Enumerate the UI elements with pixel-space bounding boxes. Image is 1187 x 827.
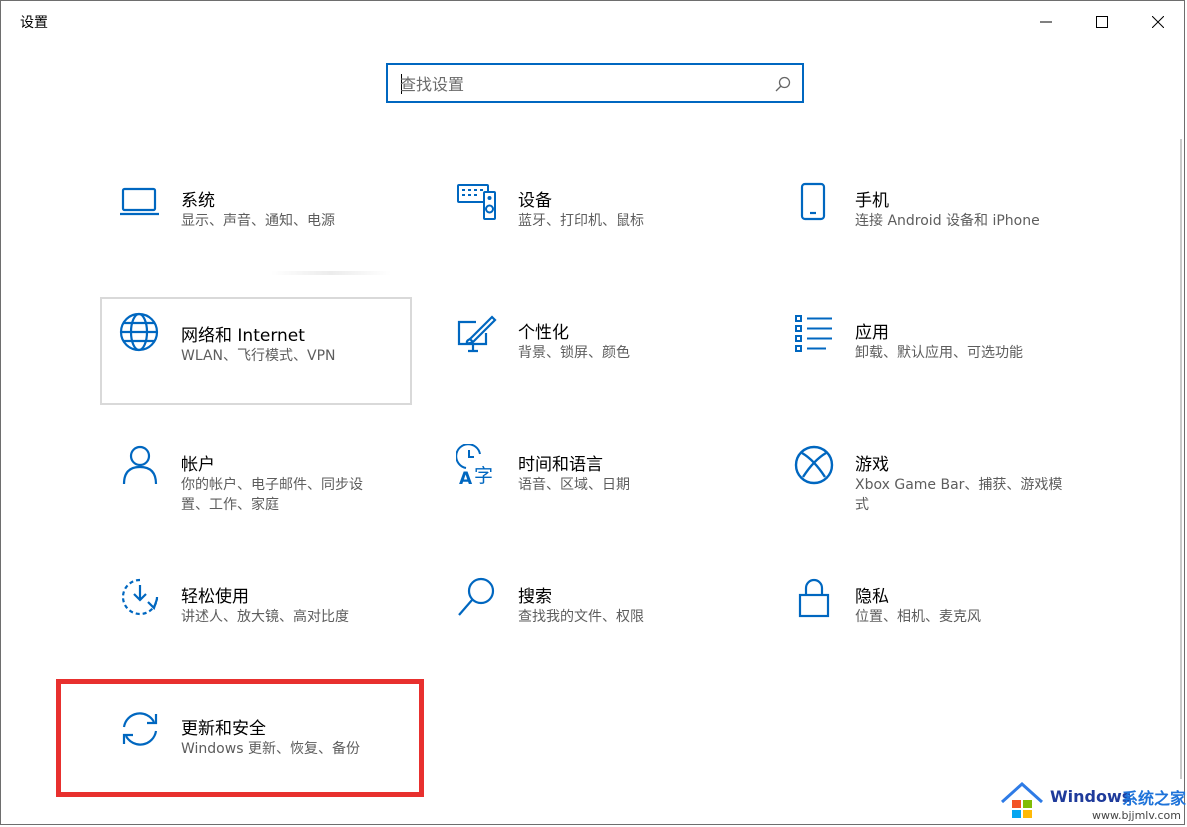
maximize-button[interactable]: [1074, 1, 1130, 43]
tile-label: 时间和语言: [518, 455, 603, 475]
search-icon[interactable]: [774, 75, 792, 93]
tile-personalization[interactable]: 个性化 背景、锁屏、颜色: [438, 298, 748, 404]
tile-privacy[interactable]: 隐私 位置、相机、麦克风: [775, 562, 1085, 668]
personalization-icon: [457, 315, 497, 353]
watermark-url: www.bjjmlv.com: [1092, 809, 1181, 822]
search-box[interactable]: [386, 63, 804, 103]
globe-icon: [119, 312, 159, 352]
windows-logo-icon: [1000, 782, 1044, 818]
tile-label: 帐户: [181, 455, 215, 475]
tile-description: 位置、相机、麦克风: [855, 609, 981, 625]
tile-label: 搜索: [518, 587, 552, 607]
watermark-title: Windows: [1050, 787, 1132, 806]
svg-text:A: A: [459, 469, 473, 486]
time-language-icon: A 字: [456, 444, 493, 486]
title-bar[interactable]: 设置: [1, 1, 1184, 43]
tile-label: 手机: [855, 191, 889, 211]
tile-time-language[interactable]: A 字 时间和语言 语音、区域、日期: [438, 430, 748, 536]
tile-description: WLAN、飞行模式、VPN: [181, 348, 336, 364]
tile-accounts[interactable]: 帐户 你的帐户、电子邮件、同步设置、工作、家庭: [101, 430, 411, 540]
xbox-icon: [794, 445, 834, 485]
tile-phone[interactable]: 手机 连接 Android 设备和 iPhone: [775, 166, 1085, 272]
minimize-button[interactable]: [1018, 1, 1074, 43]
ease-of-access-icon: [121, 578, 159, 616]
tile-apps[interactable]: 应用 卸载、默认应用、可选功能: [775, 298, 1085, 404]
tile-label: 轻松使用: [181, 587, 249, 607]
tile-network[interactable]: 网络和 Internet WLAN、飞行模式、VPN: [100, 297, 412, 405]
tile-description: 显示、声音、通知、电源: [181, 213, 335, 229]
tile-search[interactable]: 搜索 查找我的文件、权限: [438, 562, 748, 668]
search-magnifier-icon: [458, 577, 495, 616]
tile-description: 卸载、默认应用、可选功能: [855, 345, 1023, 361]
tile-label: 应用: [855, 323, 889, 343]
tile-description: 蓝牙、打印机、鼠标: [518, 213, 644, 229]
close-icon: [1152, 16, 1164, 28]
tile-label: 网络和 Internet: [181, 326, 305, 346]
tile-label: 个性化: [518, 323, 569, 343]
tile-system[interactable]: 系统 显示、声音、通知、电源: [101, 166, 411, 272]
tile-devices[interactable]: 设备 蓝牙、打印机、鼠标: [438, 166, 748, 272]
tile-description: 讲述人、放大镜、高对比度: [181, 609, 349, 625]
window-title: 设置: [20, 15, 48, 31]
close-button[interactable]: [1130, 1, 1186, 43]
phone-icon: [800, 182, 826, 221]
tile-description: 语音、区域、日期: [518, 477, 630, 493]
watermark: Windows 系统之家 www.bjjmlv.com: [996, 774, 1186, 826]
tile-description: Xbox Game Bar、捕获、游戏模式: [855, 477, 1063, 513]
tile-label: 隐私: [855, 587, 889, 607]
tile-label: 游戏: [855, 455, 889, 475]
minimize-icon: [1040, 21, 1052, 23]
tile-gaming[interactable]: 游戏 Xbox Game Bar、捕获、游戏模式: [775, 430, 1085, 540]
tile-label: 系统: [181, 191, 215, 211]
search-input[interactable]: [400, 71, 760, 97]
settings-window: 设置 系统 显示、声音、通知、电源: [0, 0, 1185, 825]
tile-label: 设备: [518, 191, 552, 211]
svg-text:字: 字: [474, 465, 493, 486]
tile-description: 背景、锁屏、颜色: [518, 345, 630, 361]
laptop-icon: [120, 187, 159, 216]
lock-icon: [798, 578, 830, 618]
apps-list-icon: [795, 315, 832, 352]
scrollbar[interactable]: [1180, 139, 1182, 779]
tile-description: 连接 Android 设备和 iPhone: [855, 213, 1040, 229]
highlight-box: [56, 679, 424, 797]
tile-description: 查找我的文件、权限: [518, 609, 644, 625]
tile-ease-of-access[interactable]: 轻松使用 讲述人、放大镜、高对比度: [101, 562, 411, 668]
watermark-subtitle: 系统之家: [1122, 789, 1187, 808]
tile-description: 你的帐户、电子邮件、同步设置、工作、家庭: [181, 477, 363, 513]
devices-icon: [457, 184, 496, 220]
maximize-icon: [1096, 16, 1108, 28]
person-icon: [122, 445, 158, 485]
